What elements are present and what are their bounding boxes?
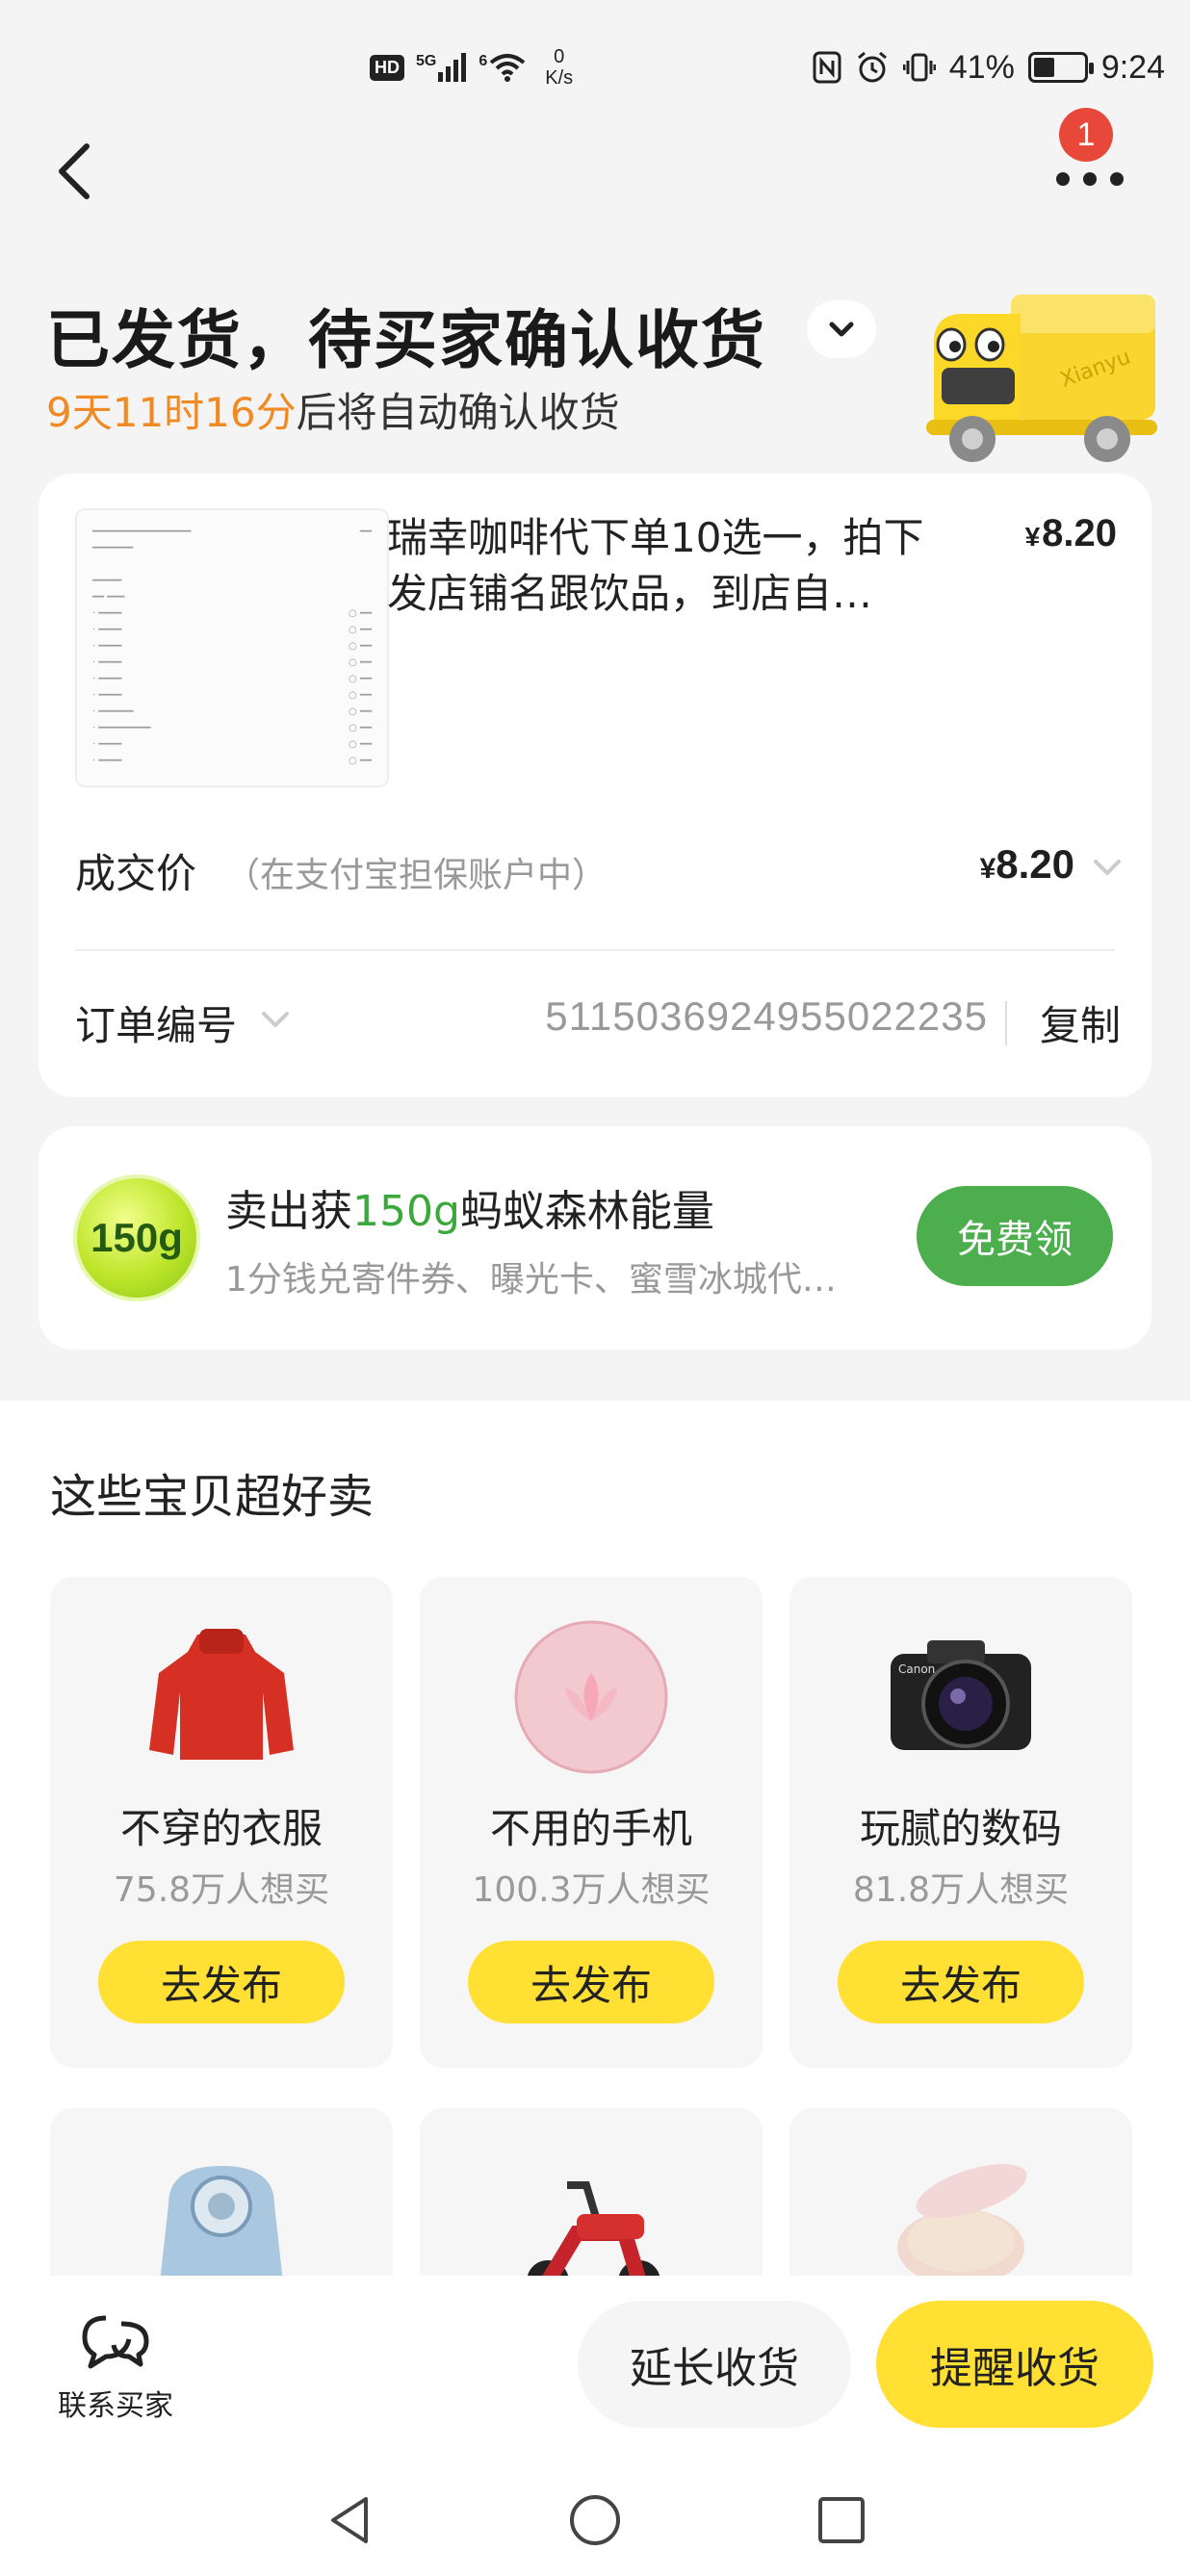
camera-icon: Canon: [865, 1615, 1057, 1779]
thumbnail-row: · ━━━━ ○ ━━: [92, 608, 372, 619]
publish-button[interactable]: 去发布: [468, 1941, 714, 2023]
svg-text:Canon: Canon: [898, 1662, 935, 1676]
net-speed-unit: K/s: [545, 67, 574, 89]
deal-price[interactable]: ¥8.20: [980, 841, 1074, 888]
thumbnail-row: ━━ ━━━: [92, 592, 125, 603]
countdown-time: 9天11时16分: [46, 389, 297, 436]
energy-title-highlight: 150g: [352, 1187, 460, 1236]
battery-icon: [1027, 52, 1094, 83]
publish-button[interactable]: 去发布: [838, 1941, 1084, 2023]
chevron-down-icon[interactable]: [256, 1005, 295, 1034]
hd-badge: HD: [370, 54, 404, 81]
product-title[interactable]: 瑞幸咖啡代下单10选一，拍下发店铺名跟饮品，到店自…: [387, 510, 957, 622]
status-bar-system: 41% 9:24: [813, 42, 1165, 92]
thumbnail-row: ━━━━━━━: [92, 543, 134, 554]
energy-subtitle: 1分钱兑寄件券、曝光卡、蜜雪冰城代…: [225, 1260, 837, 1300]
back-button[interactable]: [48, 133, 106, 210]
recommend-tile-phone[interactable]: 不用的手机 100.3万人想买 去发布: [420, 1577, 763, 2068]
nav-recents-icon[interactable]: [815, 2491, 868, 2549]
sweater-icon: [125, 1615, 318, 1779]
claim-free-button[interactable]: 免费领: [917, 1186, 1113, 1286]
thumbnail-row: ━━━━━━━━━━━━━━━━━ ━━: [92, 527, 372, 537]
nav-home-icon[interactable]: [566, 2491, 624, 2549]
thumbnail-row: · ━━━━ ○ ━━: [92, 756, 372, 766]
recommend-tile-clothes[interactable]: 不穿的衣服 75.8万人想买 去发布: [50, 1577, 393, 2068]
deal-price-symbol: ¥: [979, 853, 996, 885]
recommend-tile-digital[interactable]: Canon 玩腻的数码 81.8万人想买 去发布: [789, 1577, 1132, 2068]
thumbnail-row: [92, 556, 372, 573]
tile-count: 81.8万人想买: [852, 1870, 1070, 1910]
ant-forest-card: 150g 卖出获150g蚂蚁森林能量 1分钱兑寄件券、曝光卡、蜜雪冰城代… 免费…: [39, 1126, 1151, 1350]
order-status-title: 已发货，待买家确认收货: [46, 303, 766, 377]
thumbnail-row: · ━━━━ ○ ━━: [92, 739, 372, 750]
chevron-down-icon: [829, 322, 854, 337]
net-speed-value: 0: [554, 46, 565, 67]
thumbnail-row: ━━━━━: [92, 576, 122, 586]
thumbnail-row: · ━━━━━━ ○ ━━: [92, 707, 372, 717]
chevron-down-icon[interactable]: [1088, 853, 1126, 882]
contact-buyer-label: 联系买家: [58, 2389, 173, 2423]
notification-badge: 1: [1059, 108, 1113, 162]
status-bar: HD 5G 6 0 K/s 41% 9:24: [0, 0, 1190, 135]
energy-title-prefix: 卖出获: [225, 1187, 352, 1236]
wifi-6-label: 6: [479, 53, 488, 69]
energy-title: 卖出获150g蚂蚁森林能量: [225, 1176, 714, 1238]
order-card: ━━━━━━━━━━━━━━━━━ ━━ ━━━━━━━ ━━━━━ ━━ ━━━…: [39, 474, 1151, 1097]
nfc-icon: [813, 51, 841, 84]
countdown-suffix: 后将自动确认收货: [296, 389, 620, 436]
publish-button[interactable]: 去发布: [98, 1941, 345, 2023]
order-number: 5115036924955022235: [545, 993, 988, 1039]
remind-receipt-button[interactable]: 提醒收货: [876, 2301, 1153, 2428]
system-nav-bar: [0, 2464, 1190, 2576]
phone-icon: [495, 1615, 687, 1779]
thumbnail-row: · ━━━━ ○ ━━: [92, 641, 372, 652]
product-price-value: 8.20: [1042, 512, 1117, 554]
tile-name: 玩腻的数码: [859, 1805, 1062, 1852]
divider: [75, 949, 1115, 951]
thumbnail-row: · ━━━━ ○ ━━: [92, 625, 372, 635]
deal-price-label: 成交价: [75, 850, 197, 897]
net-speed: 0 K/s: [545, 46, 573, 89]
delivery-truck-icon: Xianyu: [915, 275, 1165, 477]
status-expand-button[interactable]: [807, 300, 876, 358]
vibrate-icon: [902, 53, 936, 82]
thumbnail-row: · ━━━━ ○ ━━: [92, 674, 372, 684]
thumbnail-row: · ━━━━ ○ ━━: [92, 690, 372, 701]
wifi-icon: 6: [479, 53, 526, 82]
order-number-label: 订单编号: [75, 1002, 238, 1049]
tile-count: 100.3万人想买: [472, 1870, 711, 1910]
product-price-symbol: ¥: [1024, 522, 1041, 552]
recommend-section-title: 这些宝贝超好卖: [50, 1470, 375, 1524]
extend-receipt-button[interactable]: 延长收货: [578, 2301, 851, 2428]
energy-title-suffix: 蚂蚁森林能量: [459, 1187, 714, 1236]
signal-5g-label: 5G: [416, 53, 437, 69]
auto-confirm-countdown: 9天11时16分后将自动确认收货: [46, 380, 620, 439]
tile-name: 不穿的衣服: [119, 1805, 323, 1852]
thumbnail-row: · ━━━━━━━━━ ○ ━━: [92, 723, 372, 734]
alarm-icon: [857, 51, 887, 83]
copy-button[interactable]: 复制: [1040, 993, 1121, 1052]
contact-buyer-button[interactable]: 联系买家: [48, 2310, 183, 2424]
product-price: ¥8.20: [1025, 512, 1117, 555]
clock: 9:24: [1100, 48, 1165, 86]
chat-bubble-icon: [82, 2315, 149, 2369]
divider: [1005, 1001, 1007, 1045]
deal-price-note: （在支付宝担保账户中）: [225, 856, 608, 895]
tile-name: 不用的手机: [489, 1805, 692, 1852]
tile-count: 75.8万人想买: [113, 1870, 330, 1910]
signal-5g-icon: 5G: [416, 53, 467, 82]
chevron-left-icon: [59, 143, 90, 199]
thumbnail-row: · ━━━━ ○ ━━: [92, 657, 372, 668]
bottom-action-bar: 联系买家 延长收货 提醒收货: [0, 2276, 1190, 2464]
product-thumbnail[interactable]: ━━━━━━━━━━━━━━━━━ ━━ ━━━━━━━ ━━━━━ ━━ ━━━…: [75, 508, 389, 787]
status-bar-network: HD 5G 6 0 K/s: [370, 42, 573, 92]
nav-back-icon[interactable]: [323, 2491, 377, 2549]
battery-percent: 41%: [948, 48, 1015, 86]
energy-ball-icon: 150g: [73, 1174, 200, 1301]
deal-price-value: 8.20: [996, 841, 1074, 887]
